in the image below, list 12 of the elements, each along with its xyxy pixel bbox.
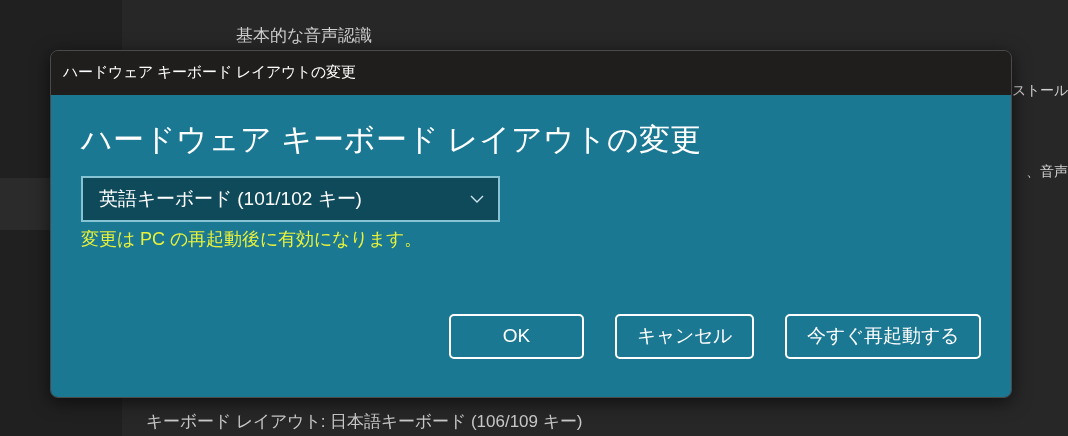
dialog-button[interactable]: OK [449, 314, 584, 359]
dialog-title: ハードウェア キーボード レイアウトの変更 [51, 51, 1011, 95]
layout-dropdown[interactable]: 英語キーボード (101/102 キー) [81, 176, 500, 223]
chevron-down-icon [470, 195, 484, 204]
section-heading: 基本的な音声認識 [236, 26, 373, 46]
setting-text: 、音声 [1026, 162, 1068, 181]
keyboard-layout-text: キーボード レイアウト: 日本語キーボード (106/109 キー) [146, 410, 584, 433]
dialog-button[interactable]: 今すぐ再起動する [785, 314, 981, 359]
dialog-button[interactable]: キャンセル [615, 314, 754, 359]
setting-text: ストール [1012, 81, 1068, 100]
restart-note: 変更は PC の再起動後に有効になります。 [81, 228, 423, 252]
dialog-heading: ハードウェア キーボード レイアウトの変更 [81, 121, 703, 159]
